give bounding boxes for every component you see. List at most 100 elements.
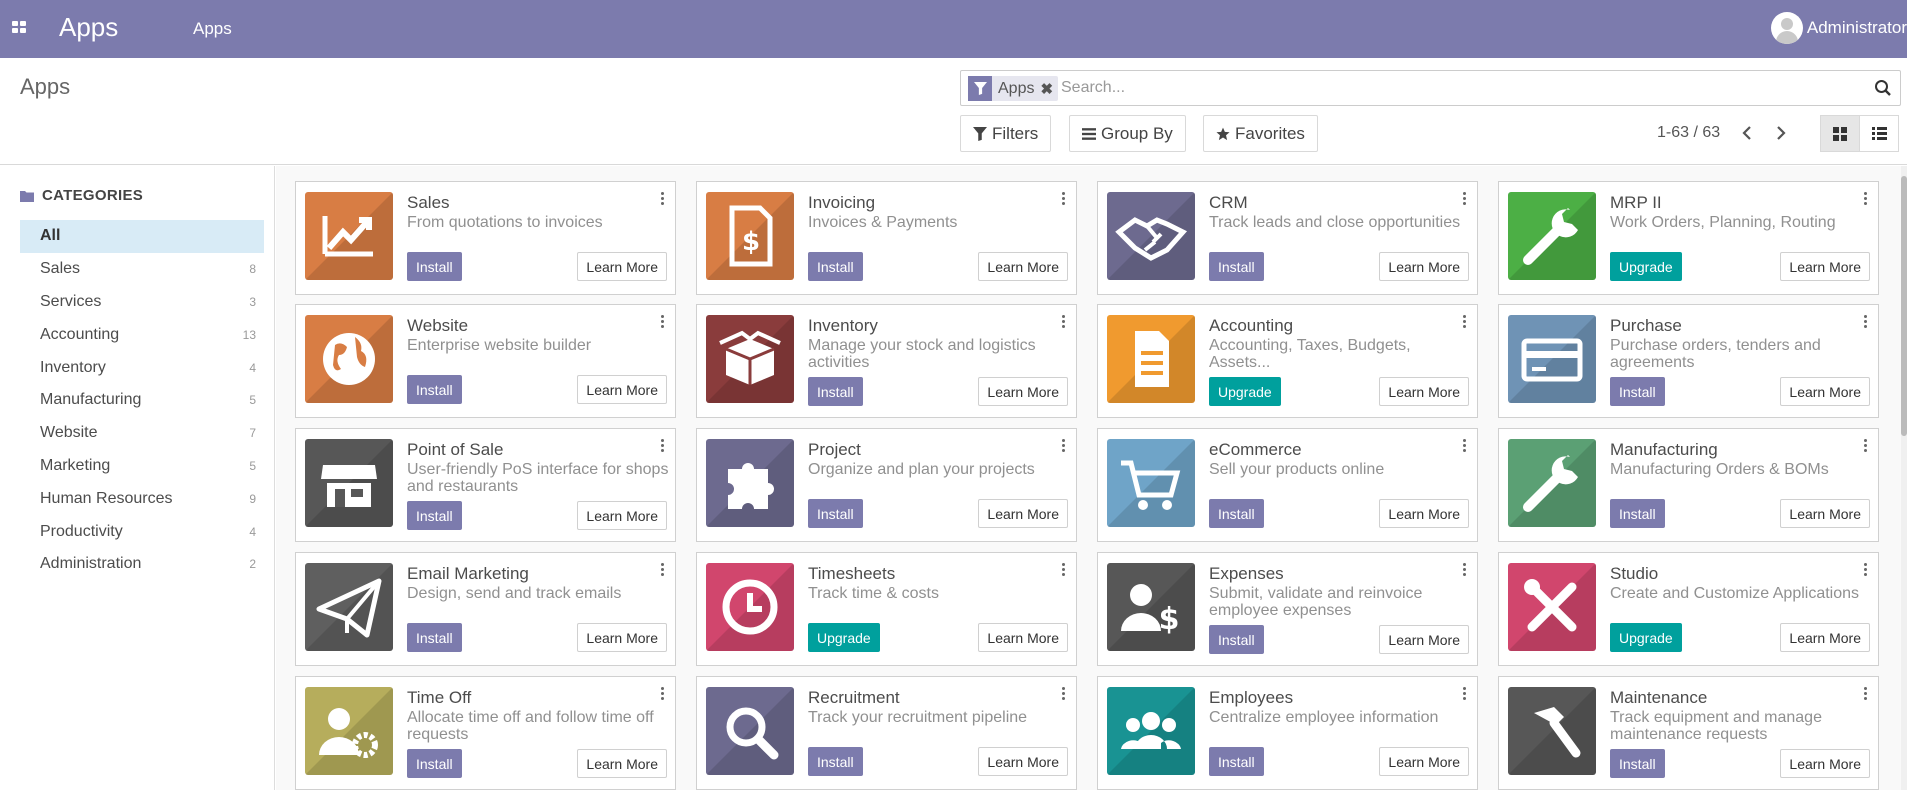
app-card-employees[interactable]: Employees Centralize employee information… bbox=[1097, 676, 1478, 790]
kanban-view-button[interactable] bbox=[1820, 115, 1860, 152]
kebab-menu-icon[interactable] bbox=[661, 439, 665, 453]
kebab-menu-icon[interactable] bbox=[1062, 315, 1066, 329]
learn-more-button[interactable]: Learn More bbox=[978, 499, 1068, 528]
kebab-menu-icon[interactable] bbox=[1864, 439, 1868, 453]
kebab-menu-icon[interactable] bbox=[1864, 563, 1868, 577]
kebab-menu-icon[interactable] bbox=[661, 192, 665, 206]
kebab-menu-icon[interactable] bbox=[1864, 315, 1868, 329]
app-card-maintenance[interactable]: Maintenance Track equipment and manage ma… bbox=[1498, 676, 1879, 790]
upgrade-button[interactable]: Upgrade bbox=[808, 623, 880, 652]
brand-title[interactable]: Apps bbox=[59, 12, 118, 43]
category-sales[interactable]: Sales 8 bbox=[20, 253, 264, 286]
learn-more-button[interactable]: Learn More bbox=[1780, 377, 1870, 406]
category-marketing[interactable]: Marketing 5 bbox=[20, 450, 264, 483]
learn-more-button[interactable]: Learn More bbox=[1780, 252, 1870, 281]
app-card-studio[interactable]: Studio Create and Customize Applications U… bbox=[1498, 552, 1879, 666]
app-card-mrp-ii[interactable]: MRP II Work Orders, Planning, Routing Upgr… bbox=[1498, 181, 1879, 295]
category-all[interactable]: All bbox=[20, 220, 264, 253]
kebab-menu-icon[interactable] bbox=[1463, 315, 1467, 329]
category-human-resources[interactable]: Human Resources 9 bbox=[20, 482, 264, 515]
app-card-project[interactable]: Project Organize and plan your projects In… bbox=[696, 428, 1077, 542]
learn-more-button[interactable]: Learn More bbox=[1379, 377, 1469, 406]
install-button[interactable]: Install bbox=[407, 749, 462, 778]
install-button[interactable]: Install bbox=[808, 747, 863, 776]
category-services[interactable]: Services 3 bbox=[20, 286, 264, 319]
category-manufacturing[interactable]: Manufacturing 5 bbox=[20, 384, 264, 417]
category-inventory[interactable]: Inventory 4 bbox=[20, 351, 264, 384]
app-card-time-off[interactable]: Time Off Allocate time off and follow tim… bbox=[295, 676, 676, 790]
menu-item-apps[interactable]: Apps bbox=[193, 19, 232, 39]
app-card-recruitment[interactable]: Recruitment Track your recruitment pipeli… bbox=[696, 676, 1077, 790]
learn-more-button[interactable]: Learn More bbox=[978, 623, 1068, 652]
install-button[interactable]: Install bbox=[407, 252, 462, 281]
kebab-menu-icon[interactable] bbox=[1864, 192, 1868, 206]
upgrade-button[interactable]: Upgrade bbox=[1610, 252, 1682, 281]
learn-more-button[interactable]: Learn More bbox=[1379, 252, 1469, 281]
group-by-button[interactable]: Group By bbox=[1069, 115, 1186, 152]
learn-more-button[interactable]: Learn More bbox=[1379, 625, 1469, 654]
kebab-menu-icon[interactable] bbox=[1463, 563, 1467, 577]
app-card-timesheets[interactable]: Timesheets Track time & costs Upgrade Learn… bbox=[696, 552, 1077, 666]
category-productivity[interactable]: Productivity 4 bbox=[20, 515, 264, 548]
kebab-menu-icon[interactable] bbox=[661, 315, 665, 329]
scrollbar[interactable] bbox=[1901, 166, 1907, 790]
learn-more-button[interactable]: Learn More bbox=[978, 252, 1068, 281]
app-card-expenses[interactable]: $ Expenses Submit, validate and reinvoice … bbox=[1097, 552, 1478, 666]
app-card-crm[interactable]: CRM Track leads and close opportunities In… bbox=[1097, 181, 1478, 295]
learn-more-button[interactable]: Learn More bbox=[1780, 749, 1870, 778]
app-menu-icon[interactable] bbox=[12, 21, 28, 35]
install-button[interactable]: Install bbox=[808, 499, 863, 528]
user-menu[interactable]: Administrator bbox=[1770, 12, 1907, 44]
install-button[interactable]: Install bbox=[808, 377, 863, 406]
category-administration[interactable]: Administration 2 bbox=[20, 548, 264, 581]
filters-button[interactable]: Filters bbox=[960, 115, 1052, 152]
category-accounting[interactable]: Accounting 13 bbox=[20, 318, 264, 351]
learn-more-button[interactable]: Learn More bbox=[577, 375, 667, 404]
kebab-menu-icon[interactable] bbox=[1463, 687, 1467, 701]
pager-value[interactable]: 1-63 / 63 bbox=[1657, 124, 1720, 142]
app-card-website[interactable]: Website Enterprise website builder Install… bbox=[295, 304, 676, 418]
install-button[interactable]: Install bbox=[407, 623, 462, 652]
install-button[interactable]: Install bbox=[1610, 749, 1665, 778]
learn-more-button[interactable]: Learn More bbox=[577, 749, 667, 778]
app-card-purchase[interactable]: Purchase Purchase orders, tenders and agr… bbox=[1498, 304, 1879, 418]
learn-more-button[interactable]: Learn More bbox=[577, 252, 667, 281]
scrollbar-thumb[interactable] bbox=[1901, 176, 1907, 436]
kebab-menu-icon[interactable] bbox=[1062, 687, 1066, 701]
learn-more-button[interactable]: Learn More bbox=[1780, 499, 1870, 528]
pager-previous-icon[interactable] bbox=[1734, 120, 1760, 146]
learn-more-button[interactable]: Learn More bbox=[1780, 623, 1870, 652]
pager-next-icon[interactable] bbox=[1768, 120, 1794, 146]
search-input[interactable] bbox=[1061, 74, 1821, 102]
learn-more-button[interactable]: Learn More bbox=[1379, 747, 1469, 776]
learn-more-button[interactable]: Learn More bbox=[577, 623, 667, 652]
install-button[interactable]: Install bbox=[1209, 252, 1264, 281]
kebab-menu-icon[interactable] bbox=[1463, 439, 1467, 453]
list-view-button[interactable] bbox=[1859, 115, 1899, 152]
kebab-menu-icon[interactable] bbox=[1864, 687, 1868, 701]
install-button[interactable]: Install bbox=[1209, 625, 1264, 654]
learn-more-button[interactable]: Learn More bbox=[577, 501, 667, 530]
app-card-accounting[interactable]: Accounting Accounting, Taxes, Budgets, As… bbox=[1097, 304, 1478, 418]
install-button[interactable]: Install bbox=[808, 252, 863, 281]
install-button[interactable]: Install bbox=[407, 501, 462, 530]
kebab-menu-icon[interactable] bbox=[1062, 439, 1066, 453]
kebab-menu-icon[interactable] bbox=[661, 563, 665, 577]
upgrade-button[interactable]: Upgrade bbox=[1209, 377, 1281, 406]
learn-more-button[interactable]: Learn More bbox=[978, 377, 1068, 406]
category-website[interactable]: Website 7 bbox=[20, 417, 264, 450]
install-button[interactable]: Install bbox=[1209, 747, 1264, 776]
learn-more-button[interactable]: Learn More bbox=[978, 747, 1068, 776]
app-card-inventory[interactable]: Inventory Manage your stock and logistics… bbox=[696, 304, 1077, 418]
search-icon[interactable] bbox=[1874, 79, 1892, 97]
install-button[interactable]: Install bbox=[1610, 377, 1665, 406]
app-card-invoicing[interactable]: $ Invoicing Invoices & Payments Install Lear… bbox=[696, 181, 1077, 295]
learn-more-button[interactable]: Learn More bbox=[1379, 499, 1469, 528]
facet-remove-icon[interactable]: ✖ bbox=[1040, 76, 1058, 101]
app-card-email-marketing[interactable]: Email Marketing Design, send and track em… bbox=[295, 552, 676, 666]
app-card-manufacturing[interactable]: Manufacturing Manufacturing Orders & BOMs… bbox=[1498, 428, 1879, 542]
app-card-sales[interactable]: Sales From quotations to invoices Install L… bbox=[295, 181, 676, 295]
install-button[interactable]: Install bbox=[1209, 499, 1264, 528]
kebab-menu-icon[interactable] bbox=[1062, 563, 1066, 577]
install-button[interactable]: Install bbox=[407, 375, 462, 404]
